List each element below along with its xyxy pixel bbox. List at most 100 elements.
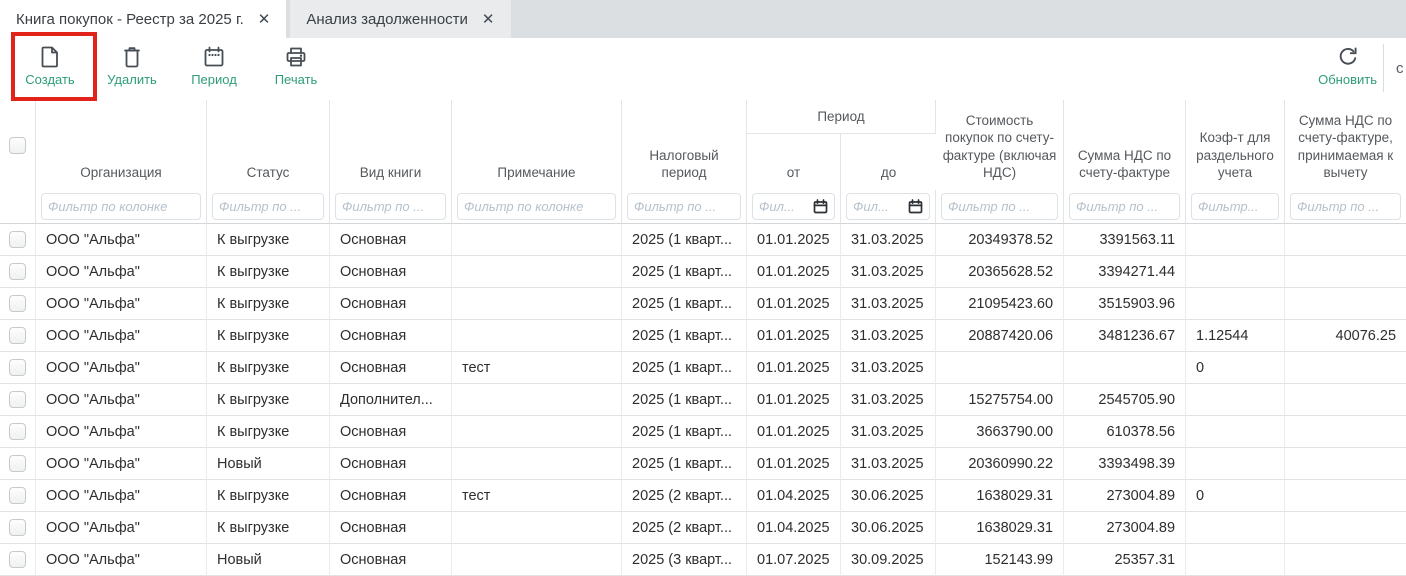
col-header-status[interactable]: Статус [207,100,330,190]
cell-date-from: 01.01.2025 [747,224,841,256]
cell-book-type: Основная [330,224,452,256]
cell-tax-period: 2025 (1 кварт... [622,288,747,320]
cell-vat-amount: 273004.89 [1064,512,1186,544]
print-button[interactable]: Печать [268,44,324,87]
cell-book-type: Основная [330,512,452,544]
col-header-purchase-cost[interactable]: Стоимость покупок по счету-фактуре (вклю… [936,100,1064,190]
table-row[interactable]: ООО "Альфа"К выгрузкеОсновная2025 (1 ква… [0,416,1406,448]
filter-book-type-input[interactable] [342,199,439,214]
cell-org: ООО "Альфа" [36,480,207,512]
close-icon[interactable]: ✕ [482,10,495,28]
filter-tax-period-input[interactable] [634,199,734,214]
filter-vat-amount-input[interactable] [1076,199,1173,214]
row-checkbox-cell [0,480,36,512]
cell-note [452,256,622,288]
row-checkbox[interactable] [9,551,26,568]
row-checkbox-cell [0,224,36,256]
tab-debt-analysis[interactable]: Анализ задолженности ✕ [290,0,510,38]
table-row[interactable]: ООО "Альфа"К выгрузкеОсновная2025 (1 ква… [0,224,1406,256]
row-checkbox-cell [0,448,36,480]
filter-date-to-input[interactable] [853,199,906,214]
cell-date-to: 31.03.2025 [841,416,936,448]
col-header-book-type[interactable]: Вид книги [330,100,452,190]
cell-coefficient [1186,224,1285,256]
clipped-button-label[interactable]: с [1396,60,1406,77]
cell-status: К выгрузке [207,288,330,320]
cell-vat-deductible [1285,416,1406,448]
cell-date-to: 31.03.2025 [841,352,936,384]
row-checkbox-cell [0,352,36,384]
row-checkbox[interactable] [9,359,26,376]
cell-book-type: Основная [330,544,452,576]
col-header-vat-deductible[interactable]: Сумма НДС по счету-фактуре, принимаемая … [1285,100,1406,190]
cell-date-from: 01.01.2025 [747,256,841,288]
row-checkbox[interactable] [9,519,26,536]
cell-date-from: 01.01.2025 [747,384,841,416]
calendar-icon[interactable] [813,199,828,214]
close-icon[interactable]: ✕ [258,10,271,28]
cell-note [452,320,622,352]
filter-coefficient-input[interactable] [1198,199,1272,214]
cell-purchase-cost: 20349378.52 [936,224,1064,256]
calendar-icon [202,44,226,70]
filter-purchase-cost-input[interactable] [948,199,1051,214]
cell-note [452,288,622,320]
col-header-vat-amount[interactable]: Сумма НДС по счету-фактуре [1064,100,1186,190]
cell-date-to: 31.03.2025 [841,224,936,256]
cell-book-type: Основная [330,320,452,352]
tab-purchase-book[interactable]: Книга покупок - Реестр за 2025 г. ✕ [0,0,286,38]
table-row[interactable]: ООО "Альфа"К выгрузкеОсновнаятест2025 (2… [0,480,1406,512]
row-checkbox-cell [0,256,36,288]
row-checkbox[interactable] [9,423,26,440]
table-row[interactable]: ООО "Альфа"НовыйОсновная2025 (3 кварт...… [0,544,1406,576]
filter-note-input[interactable] [464,199,609,214]
col-header-date-to[interactable]: до [841,134,936,190]
cell-purchase-cost: 20887420.06 [936,320,1064,352]
delete-button[interactable]: Удалить [104,44,160,87]
filter-vat-deductible-input[interactable] [1297,199,1394,214]
cell-date-from: 01.01.2025 [747,352,841,384]
table-row[interactable]: ООО "Альфа"К выгрузкеОсновная2025 (1 ква… [0,320,1406,352]
table-body: ООО "Альфа"К выгрузкеОсновная2025 (1 ква… [0,224,1406,576]
refresh-button[interactable]: Обновить [1318,44,1377,87]
cell-date-from: 01.04.2025 [747,480,841,512]
registry-table: Организация Статус Вид книги Примечание … [0,100,1406,576]
col-header-tax-period[interactable]: Налоговый период [622,100,747,190]
table-row[interactable]: ООО "Альфа"К выгрузкеОсновная2025 (1 ква… [0,288,1406,320]
filter-date-from-input[interactable] [759,199,811,214]
select-all-checkbox[interactable] [9,137,26,154]
cell-vat-amount: 2545705.90 [1064,384,1186,416]
row-checkbox[interactable] [9,487,26,504]
row-checkbox[interactable] [9,231,26,248]
row-checkbox[interactable] [9,455,26,472]
table-row[interactable]: ООО "Альфа"К выгрузкеОсновная2025 (1 ква… [0,256,1406,288]
table-row[interactable]: ООО "Альфа"НовыйОсновная2025 (1 кварт...… [0,448,1406,480]
cell-coefficient: 1.12544 [1186,320,1285,352]
col-header-date-from[interactable]: от [747,134,841,190]
cell-coefficient: 0 [1186,480,1285,512]
cell-book-type: Основная [330,256,452,288]
cell-status: К выгрузке [207,320,330,352]
cell-vat-amount: 3391563.11 [1064,224,1186,256]
table-row[interactable]: ООО "Альфа"К выгрузкеОсновнаятест2025 (1… [0,352,1406,384]
row-checkbox[interactable] [9,391,26,408]
period-button[interactable]: Период [186,44,242,87]
row-checkbox[interactable] [9,295,26,312]
col-header-note[interactable]: Примечание [452,100,622,190]
table-row[interactable]: ООО "Альфа"К выгрузкеДополнител...2025 (… [0,384,1406,416]
filter-status-input[interactable] [219,199,317,214]
table-row[interactable]: ООО "Альфа"К выгрузкеОсновная2025 (2 ква… [0,512,1406,544]
cell-vat-deductible [1285,224,1406,256]
cell-org: ООО "Альфа" [36,544,207,576]
row-checkbox[interactable] [9,327,26,344]
cell-coefficient [1186,384,1285,416]
row-checkbox[interactable] [9,263,26,280]
cell-note [452,512,622,544]
print-button-label: Печать [275,72,318,87]
col-header-org[interactable]: Организация [36,100,207,190]
create-button[interactable]: Создать [22,44,78,87]
cell-status: Новый [207,544,330,576]
filter-org-input[interactable] [48,199,194,214]
calendar-icon[interactable] [908,199,923,214]
col-header-coefficient[interactable]: Коэф-т для раздельного учета [1186,100,1285,190]
